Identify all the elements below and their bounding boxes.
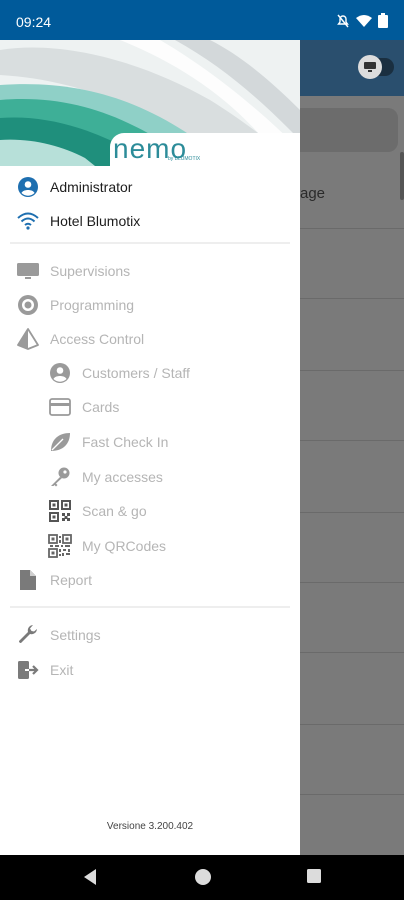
wrench-icon [16, 623, 40, 647]
drawer-item-scan-and-go[interactable]: Scan & go [48, 496, 147, 526]
monitor-icon [16, 259, 40, 283]
drawer-item-label: Customers / Staff [82, 365, 190, 381]
drawer-item-settings[interactable]: Settings [16, 620, 101, 650]
system-nav-bar [0, 855, 404, 900]
background-divider [300, 440, 404, 441]
background-divider [300, 370, 404, 371]
drawer-header: nemo by BLUMOTIX [0, 40, 300, 166]
background-divider [300, 652, 404, 653]
leaf-icon [48, 430, 72, 454]
wifi-icon [356, 14, 372, 27]
drawer-item-my-accesses[interactable]: My accesses [48, 462, 163, 492]
background-divider [300, 582, 404, 583]
document-icon [16, 568, 40, 592]
card-icon [48, 395, 72, 419]
account-circle-icon [16, 175, 40, 199]
drawer-item-label: Fast Check In [82, 434, 169, 450]
drawer-divider [10, 606, 290, 608]
key-icon [48, 465, 72, 489]
drawer-item-exit[interactable]: Exit [16, 655, 73, 685]
drawer-item-my-qrcodes[interactable]: My QRCodes [48, 531, 166, 561]
status-time: 09:24 [16, 14, 52, 30]
navigation-drawer: nemo by BLUMOTIX Administrator Hotel Blu… [0, 40, 300, 855]
drawer-item-fast-check-in[interactable]: Fast Check In [48, 427, 168, 457]
pyramid-icon [16, 327, 40, 351]
drawer-item-label: Supervisions [50, 263, 131, 279]
drawer-item-label: Programming [50, 297, 135, 313]
drawer-item-label: Administrator [50, 179, 133, 195]
wifi-icon [16, 209, 40, 233]
drawer-item-label: Cards [82, 399, 120, 415]
exit-icon [16, 658, 40, 682]
qrcode-icon [48, 534, 72, 558]
recents-icon[interactable] [306, 868, 322, 884]
drawer-item-supervisions[interactable]: Supervisions [16, 256, 130, 286]
status-icons [336, 13, 388, 28]
background-divider [300, 228, 404, 229]
drawer-item-label: Settings [50, 627, 101, 643]
background-app: age [300, 40, 404, 855]
drawer-item-cards[interactable]: Cards [48, 392, 119, 422]
monitor-icon [364, 62, 376, 72]
drawer-item-label: Access Control [50, 331, 145, 347]
drawer-item-label: Scan & go [82, 503, 147, 519]
drawer-item-programming[interactable]: Programming [16, 290, 134, 320]
drawer-item-label: Exit [50, 662, 74, 678]
background-search-bar [300, 108, 398, 152]
background-divider [300, 794, 404, 795]
background-divider [300, 512, 404, 513]
background-divider [300, 724, 404, 725]
background-partial-text: age [300, 185, 326, 202]
qr-scan-icon [48, 499, 72, 523]
battery-icon [378, 13, 388, 28]
drawer-item-label: Hotel Blumotix [50, 213, 141, 229]
drawer-item-hotel[interactable]: Hotel Blumotix [16, 206, 140, 236]
drawer-divider [10, 242, 290, 244]
drawer-item-label: My QRCodes [82, 538, 167, 554]
drawer-item-administrator[interactable]: Administrator [16, 172, 132, 202]
account-icon [48, 361, 72, 385]
background-divider [300, 298, 404, 299]
drawer-item-access-control[interactable]: Access Control [16, 324, 144, 354]
status-bar: 09:24 [0, 0, 404, 40]
back-icon[interactable] [82, 868, 98, 886]
drawer-item-label: Report [50, 572, 93, 588]
target-icon [16, 293, 40, 317]
drawer-item-report[interactable]: Report [16, 565, 92, 595]
nemo-logo-subtext: by BLUMOTIX [168, 156, 201, 162]
drawer-item-customers-staff[interactable]: Customers / Staff [48, 358, 190, 388]
background-scroll-indicator [400, 152, 404, 200]
app-version: Versione 3.200.402 [106, 821, 194, 832]
drawer-item-label: My accesses [82, 469, 163, 485]
background-toggle-knob [358, 55, 382, 79]
mute-icon [337, 14, 349, 27]
home-icon[interactable] [194, 868, 212, 886]
